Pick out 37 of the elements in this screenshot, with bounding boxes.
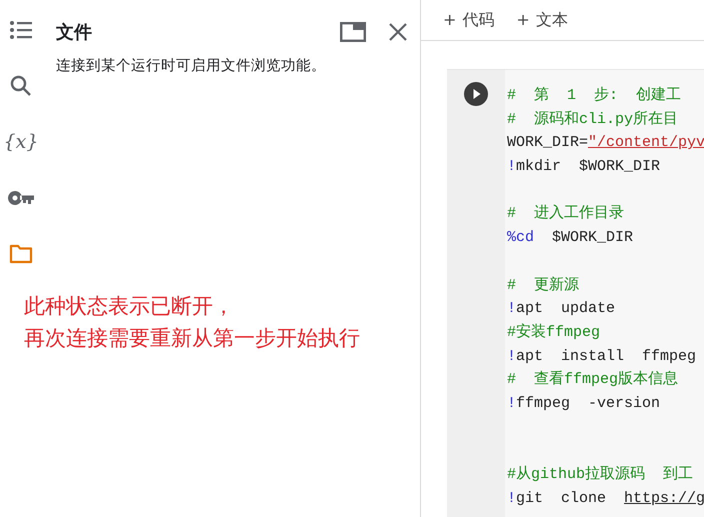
code-comment: # 更新源 <box>507 276 580 294</box>
code-text: ! <box>507 490 516 507</box>
add-button[interactable]: + 文本 <box>514 8 570 32</box>
run-icon[interactable] <box>464 82 488 106</box>
code-text: mkdir $WORK_DIR <box>516 158 660 176</box>
search-icon <box>10 75 32 97</box>
code-text: %cd <box>507 229 534 246</box>
code-comment: # 查看ffmpeg版本信息 <box>507 371 678 388</box>
code-text: git clone <box>516 490 608 507</box>
key-icon <box>8 191 34 205</box>
code-text: apt update <box>516 300 616 318</box>
variables-button[interactable]: {x} <box>8 130 34 154</box>
annotation-text: 再次连接需要重新从第一步开始执行 <box>24 325 361 352</box>
folder-icon <box>9 244 33 264</box>
window-icon[interactable] <box>340 22 366 42</box>
code-comment: # 源码和cli.py所在目 <box>507 110 678 128</box>
code-link[interactable]: https://g <box>624 490 704 507</box>
code-text: ! <box>507 300 516 318</box>
code-comment: #安装ffmpeg <box>507 324 600 341</box>
panel-title: 文件 <box>56 21 93 44</box>
code-text: ! <box>507 394 516 412</box>
code-comment: #从github拉取源码 到工 <box>507 466 694 483</box>
panel-message: 连接到某个运行时可启用文件浏览功能。 <box>56 56 327 75</box>
code-comment: # 进入工作目录 <box>507 205 624 222</box>
add-button[interactable]: + 代码 <box>441 8 496 32</box>
code-text: ! <box>507 158 516 176</box>
code-text: $WORK_DIR <box>551 229 634 246</box>
list-icon <box>9 20 33 40</box>
code-text: apt install ffmpeg <box>516 348 696 365</box>
annotation-text: 此种状态表示已断开， <box>24 293 235 320</box>
code-text: ffmpeg -version <box>516 394 660 412</box>
code-text: ! <box>507 348 516 365</box>
sidebar-button[interactable] <box>8 242 34 266</box>
code-comment: # 第 1 步: 创建工 <box>507 87 682 104</box>
code-text: WORK_DIR= <box>507 134 588 152</box>
close-icon[interactable] <box>388 22 408 42</box>
sidebar-button[interactable] <box>8 18 34 42</box>
